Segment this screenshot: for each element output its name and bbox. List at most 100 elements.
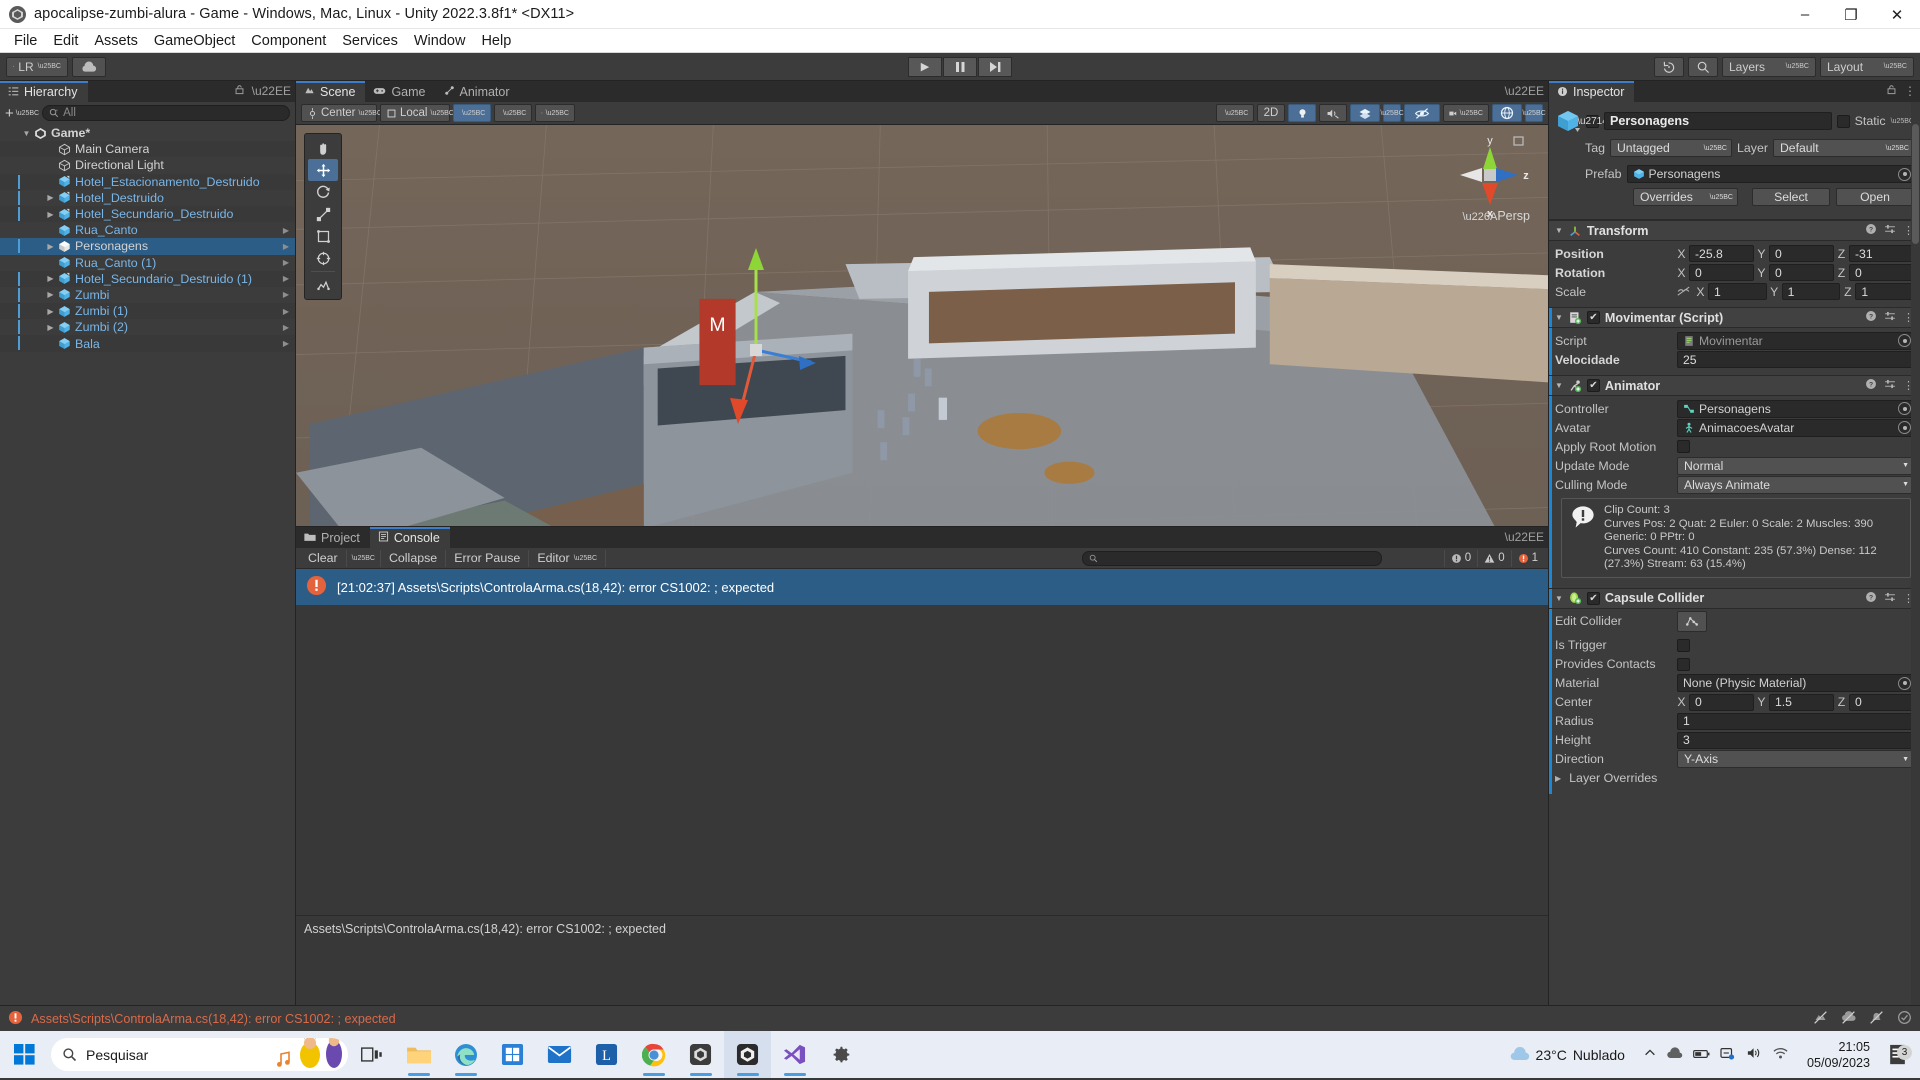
taskbar-item-edge[interactable] <box>442 1031 489 1078</box>
hierarchy-menu-icon[interactable]: \u22EE <box>252 84 291 98</box>
chevron-right-icon[interactable]: ▶ <box>283 323 289 332</box>
scene-visibility-button[interactable] <box>1404 104 1440 122</box>
static-checkbox[interactable] <box>1836 114 1850 128</box>
hierarchy-item-game[interactable]: ▼ Game* <box>0 125 295 141</box>
maximize-button[interactable]: ❐ <box>1828 0 1874 29</box>
help-icon[interactable]: ? <box>1865 223 1877 238</box>
vector3-z-input[interactable]: 0 <box>1849 264 1914 281</box>
component-enabled-checkbox[interactable]: ✔ <box>1586 591 1600 605</box>
hierarchy-add-button[interactable]: + \u25BC <box>5 105 39 122</box>
preset-icon[interactable] <box>1884 378 1896 393</box>
taskbar-item-microsoft-store[interactable] <box>489 1031 536 1078</box>
taskbar-clock[interactable]: 21:05 05/09/2023 <box>1797 1039 1880 1071</box>
help-icon[interactable]: ? <box>1865 591 1877 606</box>
taskbar-weather[interactable]: 23°C Nublado <box>1500 1047 1635 1063</box>
mode-2d-button[interactable]: 2D <box>1257 104 1285 122</box>
cloud-button[interactable] <box>72 56 106 77</box>
chevron-right-icon[interactable]: ▶ <box>283 307 289 316</box>
hierarchy-item-main-camera[interactable]: Main Camera <box>0 141 295 158</box>
windows-start-button[interactable] <box>0 1031 48 1078</box>
shading-mode-button[interactable]: \u25BC <box>1216 104 1254 122</box>
scale-tool[interactable] <box>308 203 338 225</box>
chevron-right-icon[interactable]: ▶ <box>283 226 289 235</box>
gizmos-dropdown[interactable]: \u25BC <box>1522 104 1546 122</box>
disclosure-triangle[interactable]: ▶ <box>44 210 57 219</box>
hierarchy-item-hotel-secundario-destruido-1[interactable]: ▶ Hotel_Secundario_Destruido (1) ▶ <box>0 270 295 287</box>
custom-editor-tool[interactable] <box>308 274 338 296</box>
dropdown[interactable]: Always Animate ▼ <box>1677 475 1914 494</box>
hierarchy-item-hotel-estacionamento-destruido[interactable]: Hotel_Estacionamento_Destruido <box>0 173 295 190</box>
audio-mute-button[interactable] <box>1319 104 1347 122</box>
tray-network-icon[interactable] <box>1720 1046 1736 1063</box>
menu-file[interactable]: File <box>6 31 45 51</box>
component-foldout-triangle[interactable]: ▼ <box>1555 313 1563 322</box>
close-button[interactable]: ✕ <box>1874 0 1920 29</box>
dropdown[interactable]: Normal ▼ <box>1677 456 1914 475</box>
preset-icon[interactable] <box>1884 223 1896 238</box>
tab-hierarchy[interactable]: Hierarchy <box>0 81 88 102</box>
vector3-z-input[interactable]: 0 <box>1849 693 1914 711</box>
inspector-menu-icon[interactable]: ⋮ <box>1904 84 1916 98</box>
rotate-tool[interactable] <box>308 181 338 203</box>
overrides-dropdown[interactable]: Overrides \u25BC <box>1633 188 1738 206</box>
hierarchy-item-zumbi-1[interactable]: ▶ Zumbi (1) ▶ <box>0 303 295 320</box>
tray-volume-icon[interactable] <box>1746 1046 1762 1063</box>
menu-help[interactable]: Help <box>473 31 519 51</box>
layers-dropdown[interactable]: Layers \u25BC <box>1722 56 1816 77</box>
object-enabled-checkbox[interactable]: \u2714 <box>1577 114 1608 128</box>
taskbar-item-file-explorer[interactable] <box>395 1031 442 1078</box>
align-button[interactable]: \u25BC <box>535 104 575 122</box>
component-header-transform[interactable]: ▼ Transform ? ⋮ <box>1549 220 1920 241</box>
preset-icon[interactable] <box>1884 591 1896 606</box>
scene-axis-gizmo[interactable]: y x z <box>1430 131 1538 221</box>
prefab-picker-icon[interactable] <box>1898 167 1911 181</box>
tab-animator[interactable]: Animator <box>435 81 520 102</box>
console-tab-menu[interactable]: \u22EE <box>1505 530 1544 544</box>
help-icon[interactable]: ? <box>1865 310 1877 325</box>
console-clear-dropdown[interactable]: \u25BC <box>347 549 381 567</box>
chevron-right-icon[interactable]: ▶ <box>283 242 289 251</box>
hierarchy-item-directional-light[interactable]: Directional Light <box>0 157 295 173</box>
hierarchy-item-rua-canto[interactable]: Rua_Canto ▶ <box>0 222 295 238</box>
tab-scene[interactable]: Scene <box>296 81 366 102</box>
console-warning-count[interactable]: 0 <box>1477 549 1510 567</box>
vector3-y-input[interactable]: 1 <box>1781 283 1841 300</box>
chevron-right-icon[interactable]: ▶ <box>283 258 289 267</box>
console-error-pause-button[interactable]: Error Pause <box>446 549 530 567</box>
effects-button[interactable] <box>1350 104 1380 122</box>
console-entry[interactable]: [21:02:37] Assets\Scripts\ControlaArma.c… <box>296 569 1548 605</box>
inspector-scrollbar[interactable] <box>1911 102 1920 1005</box>
lighting-button[interactable] <box>1288 104 1316 122</box>
console-collapse-button[interactable]: Collapse <box>381 549 447 567</box>
property-checkbox[interactable] <box>1677 638 1690 652</box>
pivot-dropdown[interactable]: Center \u25BC <box>301 104 382 122</box>
tab-project[interactable]: Project <box>296 527 370 548</box>
move-tool[interactable] <box>308 159 338 181</box>
layer-dropdown[interactable]: Default \u25BC <box>1772 139 1914 157</box>
notification-off-icon[interactable] <box>1869 1010 1884 1028</box>
tag-dropdown[interactable]: Untagged \u25BC <box>1609 139 1732 157</box>
transform-tool[interactable] <box>308 247 338 269</box>
scene-tab-menu[interactable]: \u22EE <box>1505 84 1544 98</box>
constrain-proportions-off-icon[interactable] <box>1677 284 1690 300</box>
hierarchy-lock-icon[interactable] <box>234 84 245 98</box>
prefab-select-button[interactable]: Select <box>1752 188 1830 206</box>
component-enabled-checkbox[interactable]: ✔ <box>1586 311 1600 324</box>
disclosure-triangle[interactable]: ▼ <box>20 129 33 138</box>
hierarchy-item-rua-canto-1[interactable]: Rua_Canto (1) ▶ <box>0 255 295 271</box>
text-input[interactable]: 1 <box>1677 712 1914 730</box>
taskbar-item-alura[interactable]: L <box>583 1031 630 1078</box>
console-entry-list[interactable]: [21:02:37] Assets\Scripts\ControlaArma.c… <box>296 569 1548 915</box>
taskbar-item-chrome[interactable] <box>630 1031 677 1078</box>
text-input[interactable]: 25 <box>1677 351 1914 368</box>
handle-dropdown[interactable]: Local \u25BC <box>380 104 454 122</box>
object-field[interactable]: AnimacoesAvatar <box>1677 418 1914 437</box>
console-clear-button[interactable]: Clear <box>300 549 347 567</box>
tab-game[interactable]: Game <box>365 81 436 102</box>
hierarchy-item-bala[interactable]: Bala ▶ <box>0 335 295 352</box>
object-field[interactable]: Personagens <box>1677 399 1914 418</box>
scene-camera-button[interactable]: \u25BC <box>1443 104 1489 122</box>
cloud-off-icon[interactable] <box>1841 1010 1856 1028</box>
inspector-scrollbar-thumb[interactable] <box>1912 124 1919 244</box>
component-header-animator[interactable]: ▼ ✔ Animator ? ⋮ <box>1549 375 1920 396</box>
